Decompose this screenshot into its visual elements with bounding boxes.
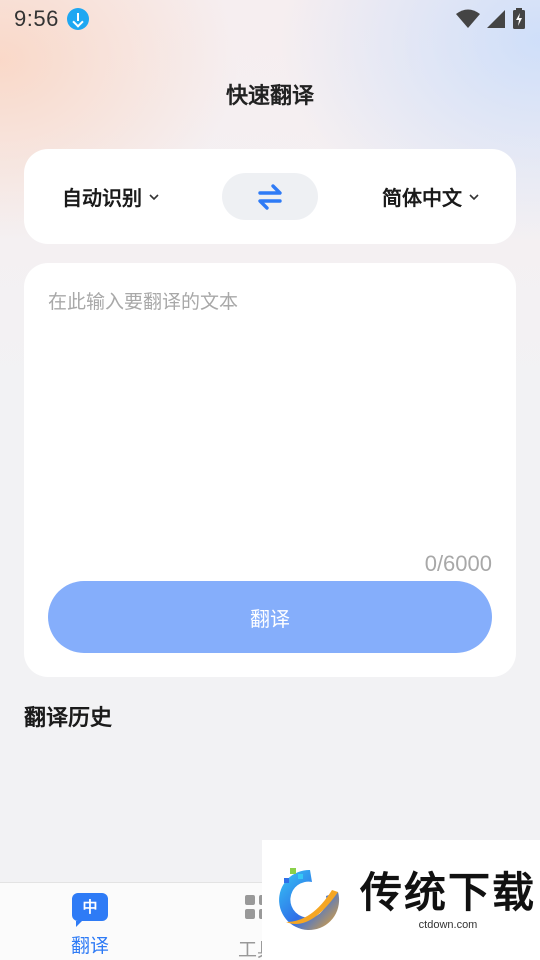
chevron-down-icon bbox=[469, 193, 479, 200]
watermark-overlay: 传统下载 ctdown.com bbox=[262, 840, 540, 960]
wifi-icon bbox=[456, 9, 480, 28]
watermark-subtitle: ctdown.com bbox=[418, 919, 478, 931]
target-language-label: 简体中文 bbox=[382, 186, 462, 210]
source-language-dropdown[interactable]: 自动识别 bbox=[62, 182, 160, 211]
status-bar: 9:56 bbox=[0, 0, 540, 38]
watermark-logo-icon bbox=[279, 868, 340, 930]
swap-languages-button[interactable] bbox=[222, 173, 318, 220]
history-title: 翻译历史 bbox=[24, 706, 113, 731]
watermark-title: 传统下载 bbox=[360, 868, 537, 917]
tab-translate-label: 翻译 bbox=[70, 935, 109, 957]
source-text-input[interactable] bbox=[48, 287, 492, 537]
page-title: 快速翻译 bbox=[225, 84, 314, 109]
target-language-dropdown[interactable]: 简体中文 bbox=[382, 182, 480, 211]
status-icons bbox=[456, 8, 526, 30]
source-language-label: 自动识别 bbox=[62, 186, 142, 210]
chevron-down-icon bbox=[149, 193, 159, 200]
download-notification-icon bbox=[66, 8, 89, 30]
status-time: 9:56 bbox=[14, 6, 59, 31]
character-counter: 0/6000 bbox=[424, 551, 492, 576]
translate-button[interactable]: 翻译 bbox=[48, 581, 492, 653]
swap-icon bbox=[258, 183, 282, 210]
battery-icon bbox=[513, 8, 525, 29]
translate-tab-icon: 中 bbox=[72, 893, 108, 927]
tab-translate[interactable]: 中 翻译 bbox=[45, 893, 135, 958]
signal-icon bbox=[487, 10, 505, 28]
language-selector-card: 自动识别 简体中文 bbox=[24, 149, 516, 244]
input-card: 0/6000 翻译 bbox=[24, 263, 516, 677]
